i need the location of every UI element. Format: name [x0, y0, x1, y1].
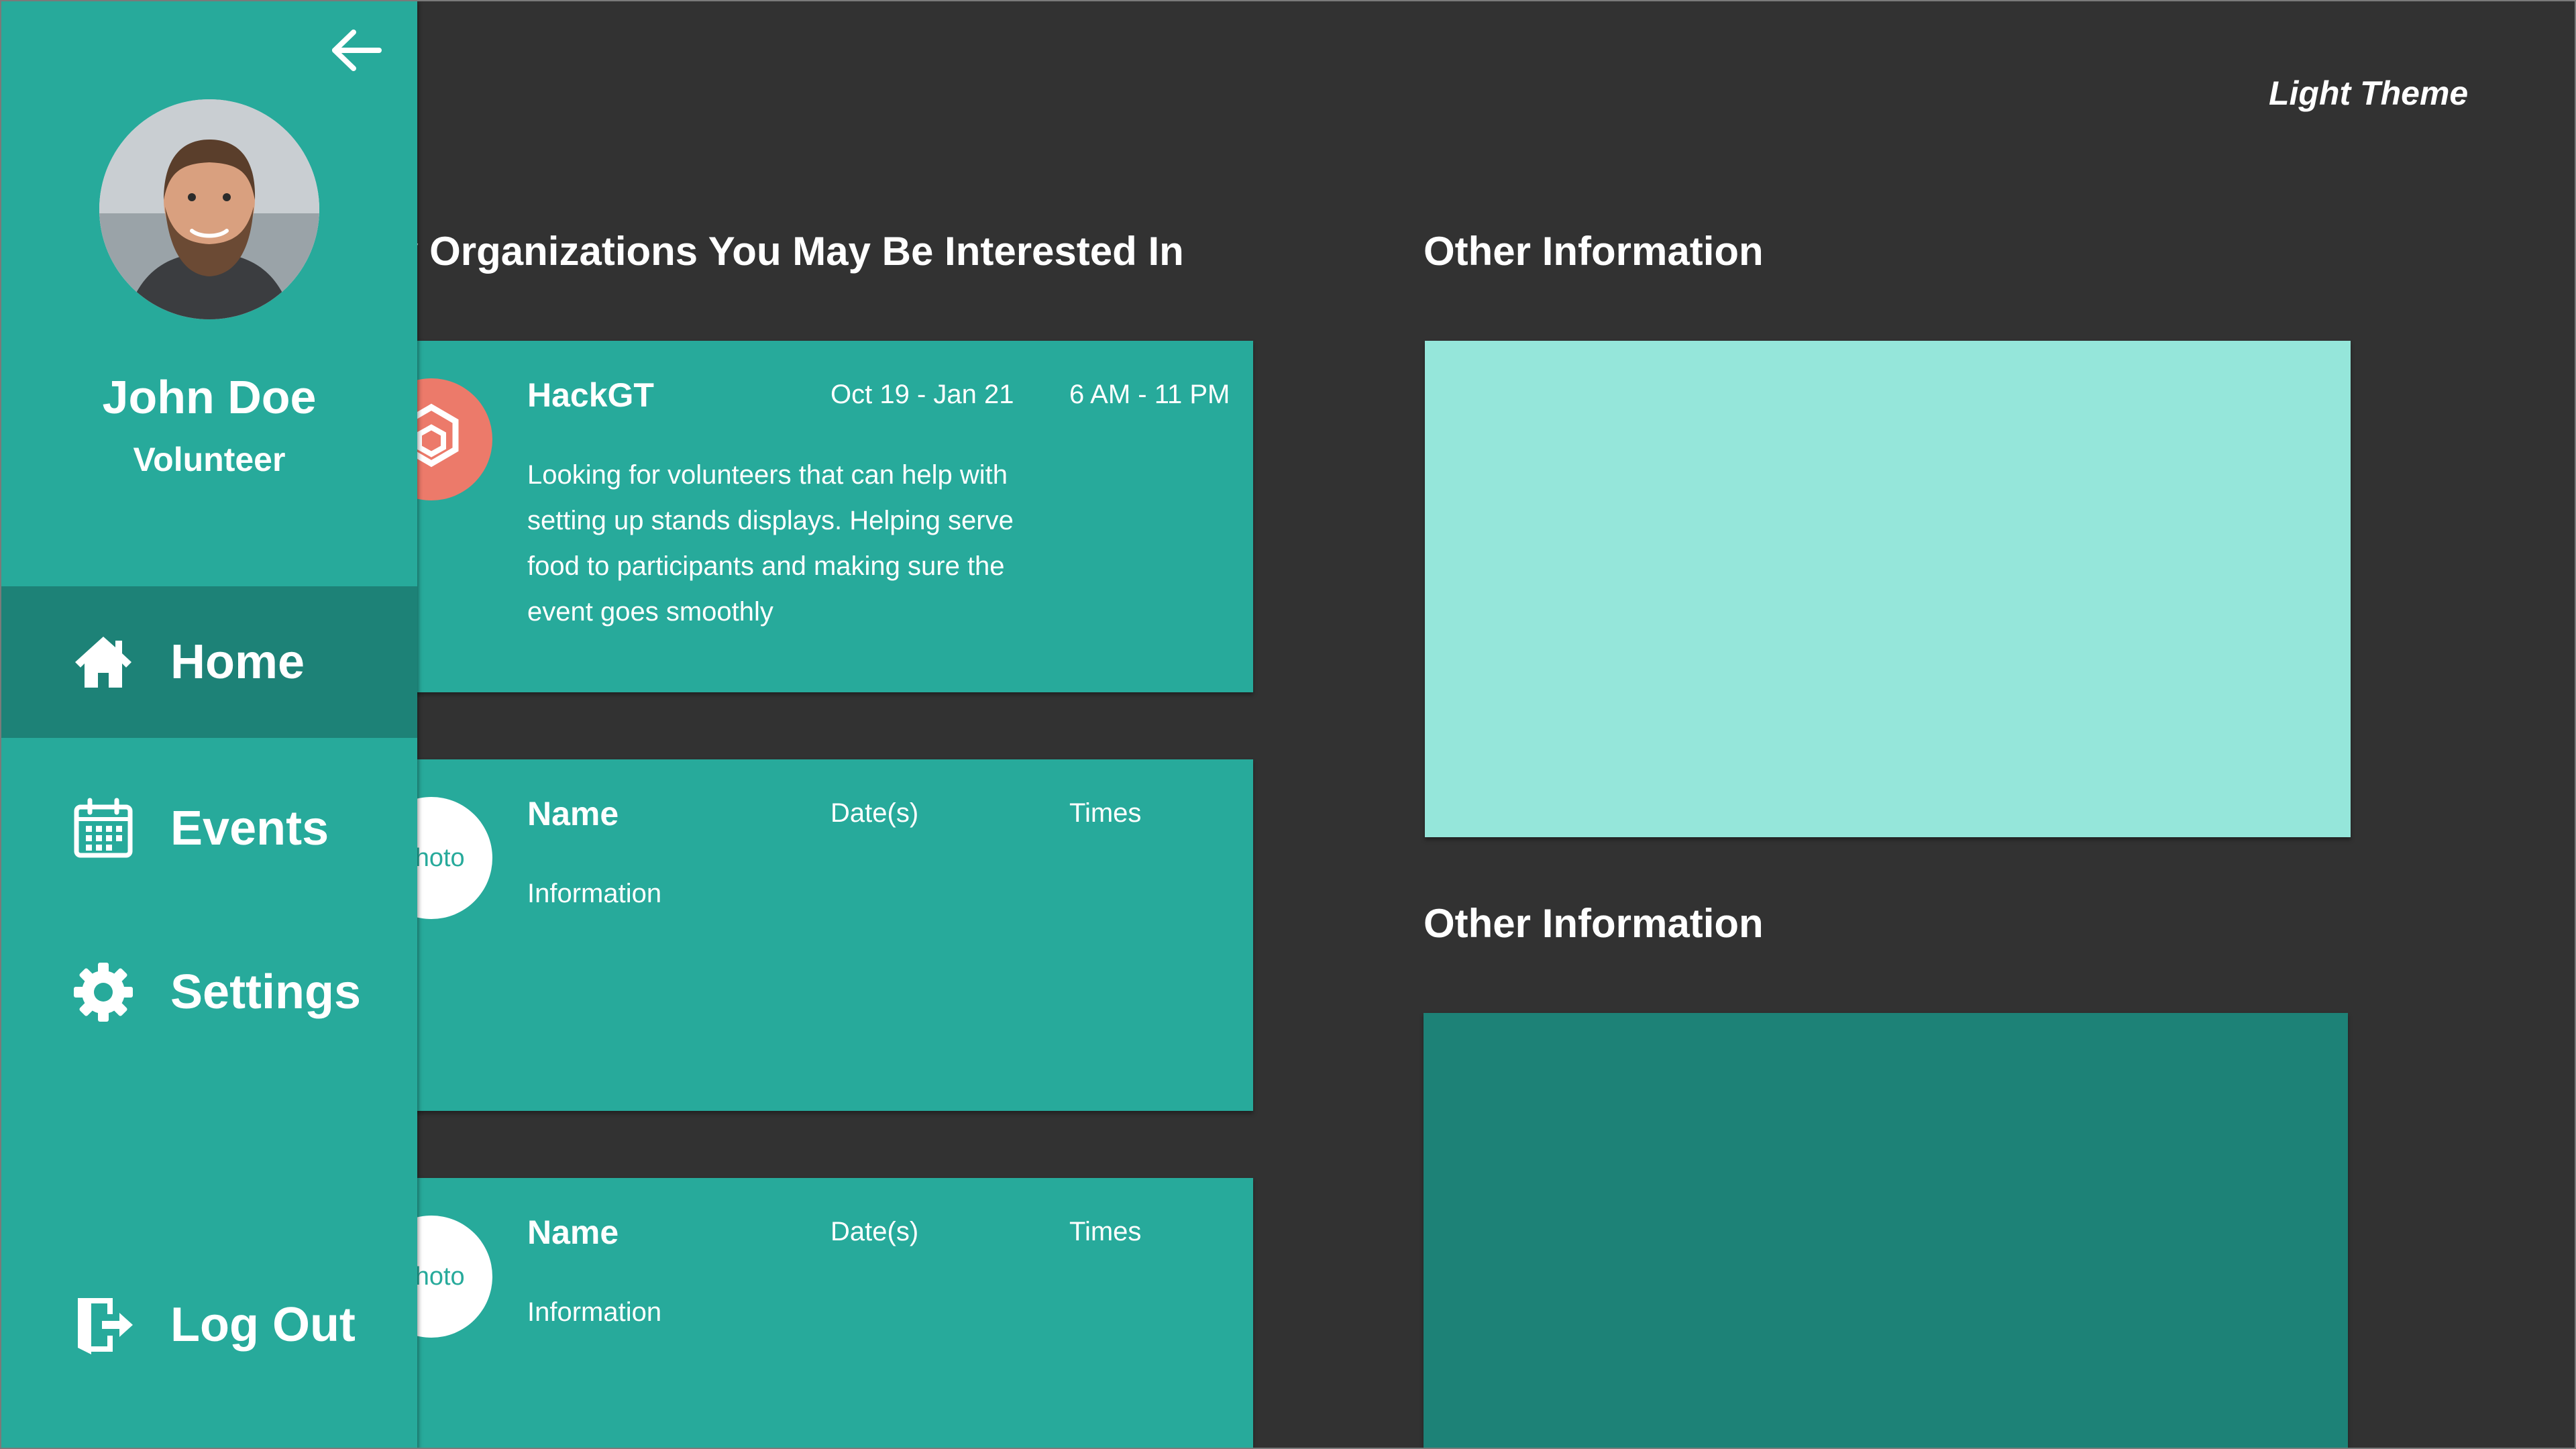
sidebar-item-home[interactable]: Home	[1, 586, 417, 738]
other-info-title: Other Information	[1424, 901, 1764, 946]
org-times: 6 AM - 11 PM	[1069, 380, 1230, 409]
other-info-panel	[1424, 1013, 2348, 1448]
org-name: Name	[527, 795, 619, 833]
collapse-sidebar-button[interactable]	[327, 27, 384, 74]
arrow-left-icon	[332, 30, 382, 71]
org-dates: Date(s)	[830, 1217, 919, 1246]
user-name: John Doe	[102, 371, 317, 423]
org-name: HackGT	[527, 376, 654, 414]
profile-photo-icon	[99, 99, 319, 319]
logout-icon	[71, 1293, 136, 1357]
home-icon	[71, 630, 136, 694]
org-info: Information	[527, 1297, 662, 1327]
org-card[interactable]: HackGT Oct 19 - Jan 21 6 AM - 11 PM Look…	[283, 341, 1253, 692]
org-info: Looking for volunteers that can help wit…	[527, 460, 1014, 627]
sidebar: John Doe Volunteer Home Events Settings …	[1, 1, 417, 1448]
org-name: Name	[527, 1214, 619, 1251]
calendar-icon	[71, 796, 136, 861]
sidebar-item-settings[interactable]: Settings	[1, 916, 417, 1068]
org-card[interactable]: Photo Name Date(s) Times Information	[283, 1178, 1253, 1448]
org-info: Information	[527, 879, 662, 908]
other-info-panel	[1425, 341, 2351, 837]
org-times: Times	[1069, 1217, 1142, 1246]
org-times: Times	[1069, 798, 1142, 828]
sidebar-item-label: Settings	[170, 965, 362, 1019]
gear-icon	[71, 960, 136, 1024]
theme-toggle[interactable]: Light Theme	[2269, 74, 2468, 113]
org-dates: Date(s)	[830, 798, 919, 828]
user-role: Volunteer	[133, 441, 286, 478]
sidebar-item-label: Events	[170, 802, 329, 855]
sidebar-item-label: Home	[170, 635, 305, 689]
org-dates: Oct 19 - Jan 21	[830, 380, 1014, 409]
other-info-title: Other Information	[1424, 229, 1764, 274]
logout-button[interactable]: Log Out	[1, 1249, 417, 1401]
org-card[interactable]: Photo Name Date(s) Times Information	[283, 759, 1253, 1111]
sidebar-item-label: Log Out	[170, 1298, 356, 1352]
app-window: Light Theme Nearby Organizations You May…	[0, 0, 2576, 1449]
avatar	[99, 99, 319, 319]
sidebar-item-events[interactable]: Events	[1, 753, 417, 904]
